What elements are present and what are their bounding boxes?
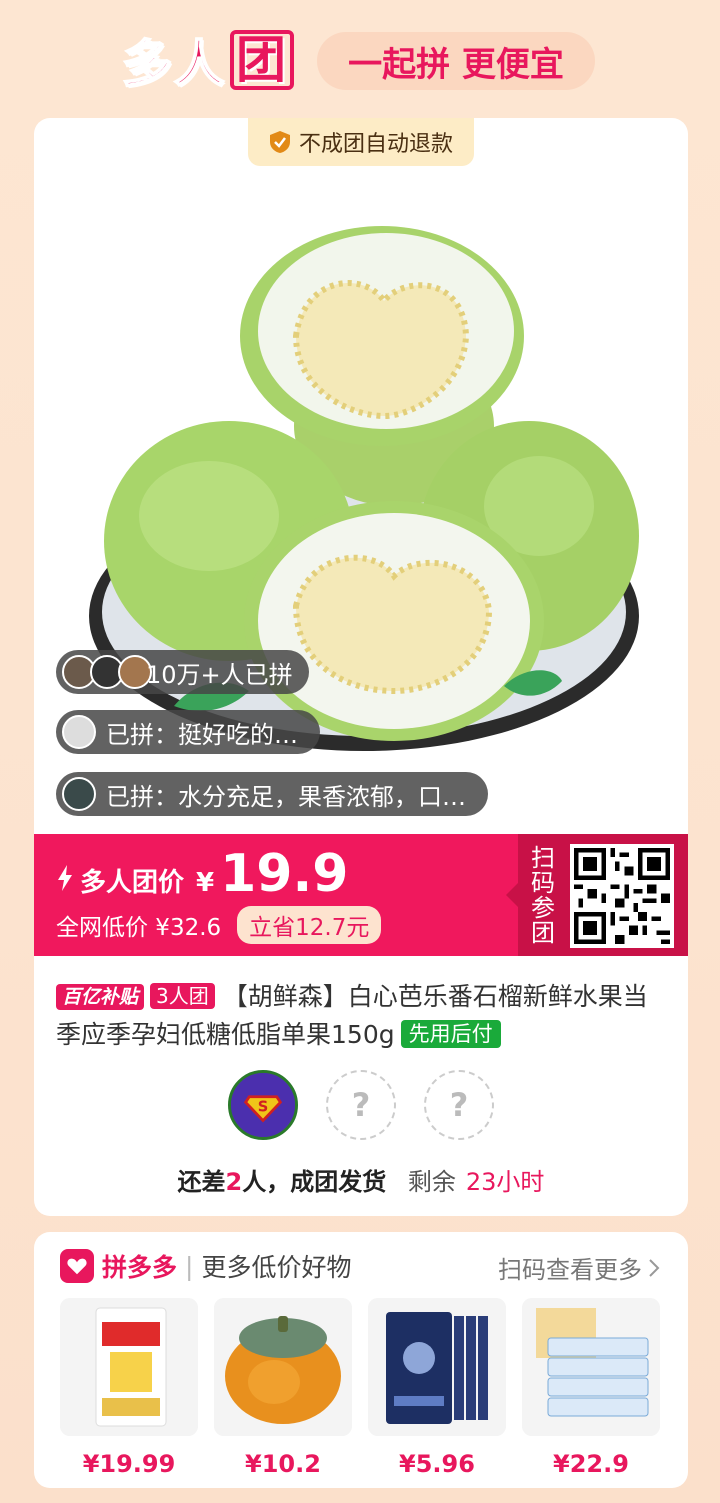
group-price: 19.9	[220, 844, 349, 904]
item-price: ¥22.9	[553, 1450, 629, 1478]
status-suffix: 人，成团发货	[242, 1168, 387, 1196]
duorentuan-logo: 多人团	[121, 26, 294, 94]
product-item[interactable]: ¥22.9	[522, 1298, 660, 1478]
empty-member-slot[interactable]: ?	[326, 1070, 396, 1140]
brand-name: 拼多多	[102, 1253, 178, 1282]
tissue-pack-thumb	[522, 1298, 660, 1436]
subsidy-tag: 百亿补贴	[56, 984, 145, 1010]
scan-label: 扫码参团	[531, 844, 555, 947]
product-item[interactable]: ¥5.96	[368, 1298, 506, 1478]
scan-to-join-area[interactable]: 扫码参团	[506, 834, 688, 956]
scan-more-link[interactable]: 扫码查看更多	[498, 1250, 660, 1285]
slogan-pill: 一起拼 更便宜	[317, 32, 595, 90]
missing-count: 2	[225, 1168, 243, 1196]
guarantee-text: 不成团自动退款	[298, 132, 453, 157]
avatar	[62, 777, 96, 811]
page-header: 多人团 一起拼 更便宜	[0, 0, 720, 118]
group-status-line: 还差2人，成团发货 剩余 23小时	[34, 1162, 688, 1197]
more-products-list: ¥19.99 ¥10.2 ¥5.96 ¥22.9	[60, 1298, 660, 1478]
pay-later-tag: 先用后付	[400, 1020, 501, 1048]
lightning-icon	[58, 865, 72, 891]
group-members: S ? ?	[228, 1070, 494, 1140]
review-text: 已拼：挺好吃的…	[106, 720, 298, 749]
pumpkin-thumb	[214, 1298, 352, 1436]
review-text: 已拼：水分充足，果香浓郁，口…	[106, 782, 466, 811]
shield-check-icon	[269, 131, 290, 153]
save-tag: 立省12.7元	[237, 906, 382, 944]
product-title-block: 百亿补贴 3人团 【胡鲜森】白心芭乐番石榴新鲜水果当季应季孕妇低糖低脂单果150g…	[56, 978, 672, 1054]
svg-text:S: S	[258, 1098, 269, 1115]
item-price: ¥10.2	[245, 1450, 321, 1478]
more-products-header: 拼多多 | 更多低价好物	[60, 1248, 351, 1284]
logo-text: 多人	[121, 34, 226, 94]
product-title: 【胡鲜森】白心芭乐番石榴新鲜水果当季应季孕妇低糖低脂单果150g	[56, 982, 648, 1049]
status-prefix: 还差	[177, 1168, 226, 1196]
price-info: 多人团价 ¥ 19.9 全网低价 ¥32.6 立省12.7元	[56, 844, 382, 944]
product-item[interactable]: ¥19.99	[60, 1298, 198, 1478]
pinduoduo-logo-icon	[60, 1249, 94, 1283]
review-pill: 已拼：挺好吃的…	[56, 710, 320, 754]
group-leader-avatar: S	[228, 1070, 298, 1140]
more-products-card: 拼多多 | 更多低价好物 扫码查看更多 ¥19.99 ¥10.2 ¥5.96 ¥…	[34, 1232, 688, 1488]
scan-more-label: 扫码查看更多	[498, 1256, 642, 1284]
group-price-label: 多人团价	[80, 868, 185, 898]
divider: |	[185, 1251, 194, 1281]
remain-label: 剩余	[407, 1168, 456, 1196]
avatar	[62, 715, 96, 749]
group-size-tag: 3人团	[150, 983, 215, 1009]
remain-time: 23小时	[465, 1168, 545, 1196]
logo-box-char: 团	[230, 30, 294, 90]
lowest-price: 全网低价 ¥32.6	[56, 915, 222, 941]
price-band: 多人团价 ¥ 19.9 全网低价 ¥32.6 立省12.7元 扫码参团	[34, 834, 688, 956]
superman-avatar-icon: S	[231, 1073, 295, 1137]
product-card: 不成团自动退款 10万+人已拼 已拼：挺好吃的… 已拼：水分充足，果香浓郁，口……	[34, 118, 688, 1216]
buyers-count-pill: 10万+人已拼	[56, 650, 309, 694]
item-price: ¥19.99	[82, 1450, 176, 1478]
product-item[interactable]: ¥10.2	[214, 1298, 352, 1478]
item-price: ¥5.96	[399, 1450, 475, 1478]
empty-member-slot[interactable]: ?	[424, 1070, 494, 1140]
qr-code[interactable]	[570, 844, 674, 948]
flour-bag-thumb	[60, 1298, 198, 1436]
more-subtitle: 更多低价好物	[201, 1253, 352, 1282]
currency-symbol: ¥	[196, 868, 215, 898]
refund-guarantee-badge: 不成团自动退款	[248, 118, 474, 166]
babycare-wipes-thumb	[368, 1298, 506, 1436]
buyers-count: 10万+人已拼	[146, 660, 293, 689]
chevron-right-icon	[649, 1258, 660, 1277]
review-pill: 已拼：水分充足，果香浓郁，口…	[56, 772, 488, 816]
